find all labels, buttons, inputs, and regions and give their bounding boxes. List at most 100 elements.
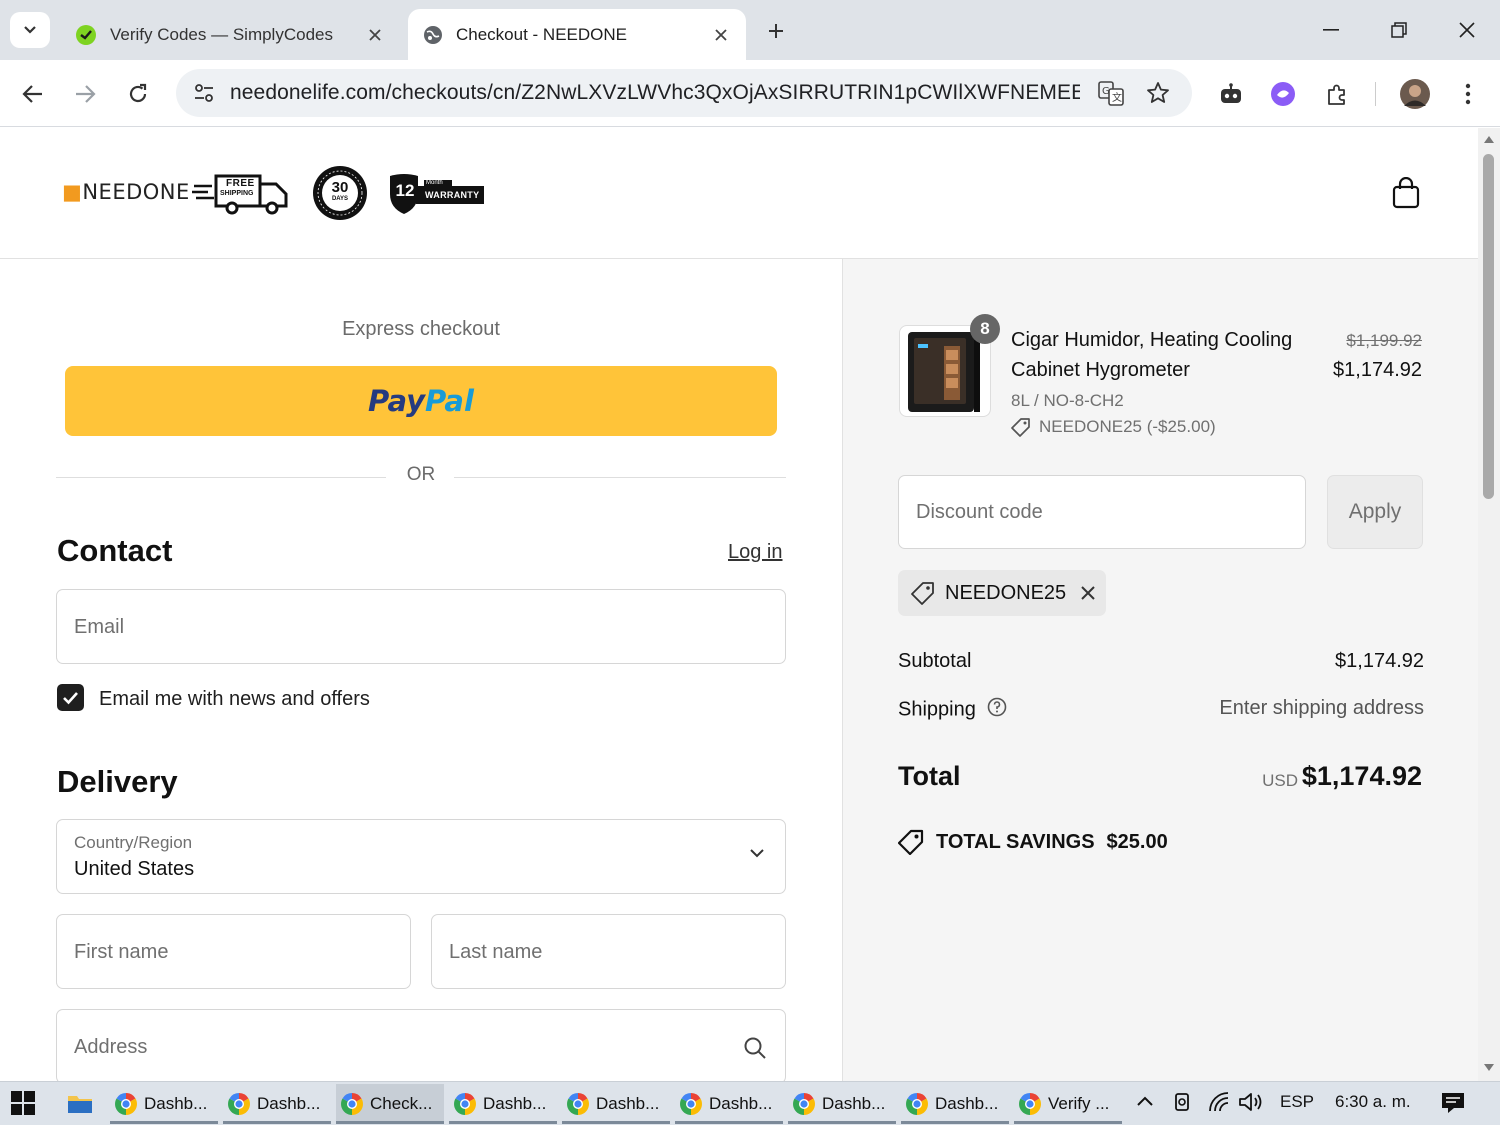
plus-icon xyxy=(769,24,783,38)
last-name-field[interactable]: Last name xyxy=(431,914,786,989)
puzzle-icon xyxy=(1328,84,1345,105)
page-scrollbar[interactable] xyxy=(1478,128,1500,1081)
profile-avatar[interactable] xyxy=(1397,76,1433,112)
taskbar-app-button[interactable]: Dashb... xyxy=(788,1084,896,1124)
network-button[interactable] xyxy=(1208,1091,1230,1118)
extensions-button[interactable] xyxy=(1319,76,1355,112)
total-savings: TOTAL SAVINGS $25.00 xyxy=(898,829,1168,855)
file-explorer-button[interactable] xyxy=(62,1084,98,1124)
forward-button[interactable] xyxy=(67,76,103,112)
login-link[interactable]: Log in xyxy=(728,541,783,564)
applied-code: NEEDONE25 xyxy=(945,581,1067,604)
scrollbar-thumb[interactable] xyxy=(1483,154,1494,499)
windows-logo-icon xyxy=(11,1091,35,1115)
taskbar-app-button[interactable]: Dashb... xyxy=(675,1084,783,1124)
kebab-menu-icon xyxy=(1465,83,1471,105)
close-icon xyxy=(1459,22,1475,38)
taskbar-app-label: Verify ... xyxy=(1048,1094,1110,1113)
apply-discount-button[interactable]: Apply xyxy=(1327,475,1423,549)
back-button[interactable] xyxy=(15,76,51,112)
last-name-placeholder: Last name xyxy=(449,941,543,963)
applied-discount-chip: NEEDONE25 xyxy=(898,570,1106,616)
taskbar-app-label: Dashb... xyxy=(144,1094,208,1113)
news-checkbox-label[interactable]: Email me with news and offers xyxy=(99,688,370,711)
scroll-down-arrow-icon[interactable] xyxy=(1484,1064,1494,1071)
close-tab-icon[interactable] xyxy=(364,24,386,46)
taskbar-app-label: Check... xyxy=(370,1094,433,1113)
clock[interactable]: 6:30 a. m. xyxy=(1335,1092,1411,1112)
address-placeholder: Address xyxy=(74,1036,148,1058)
taskbar-app-button[interactable]: Dashb... xyxy=(110,1084,218,1124)
discount-code-input[interactable]: Discount code xyxy=(898,475,1306,549)
warranty-label: WARRANTY xyxy=(425,190,480,200)
tab-checkout[interactable]: Checkout - NEEDONE xyxy=(408,9,746,60)
chrome-icon xyxy=(906,1093,928,1115)
address-field[interactable]: Address xyxy=(56,1009,786,1081)
chevron-down-icon xyxy=(24,26,36,34)
tab-title: Checkout - NEEDONE xyxy=(456,24,627,44)
notifications-button[interactable] xyxy=(1440,1091,1466,1120)
meet-now-button[interactable] xyxy=(1172,1091,1192,1118)
question-circle-icon xyxy=(988,697,1007,717)
or-divider: OR xyxy=(56,464,786,492)
taskbar-app-label: Dashb... xyxy=(257,1094,321,1113)
toolbar-divider xyxy=(1375,82,1376,106)
extension-robot-button[interactable] xyxy=(1213,76,1249,112)
show-hidden-icons-button[interactable] xyxy=(1136,1092,1154,1112)
extension-purple-button[interactable] xyxy=(1265,76,1301,112)
product-name: Cigar Humidor, Heating Cooling Cabinet H… xyxy=(1011,329,1293,381)
close-window-button[interactable] xyxy=(1450,14,1484,46)
taskbar-app-button[interactable]: Verify ... xyxy=(1014,1084,1122,1124)
email-placeholder: Email xyxy=(74,616,125,638)
simplycodes-icon xyxy=(76,24,96,45)
volume-button[interactable] xyxy=(1238,1091,1264,1118)
tag-icon xyxy=(1011,418,1030,437)
first-name-field[interactable]: First name xyxy=(56,914,411,989)
taskbar-app-button[interactable]: Dashb... xyxy=(449,1084,557,1124)
country-select[interactable]: Country/Region United States xyxy=(56,819,786,894)
shipping-help-button[interactable] xyxy=(987,697,1007,723)
tab-search-button[interactable] xyxy=(10,12,50,48)
taskbar-app-button[interactable]: Dashb... xyxy=(901,1084,1009,1124)
checkout-page: ■NEEDONE FREE SHIPPING 30 DAYS 12 Month … xyxy=(0,128,1478,1081)
cart-button[interactable] xyxy=(1386,173,1426,213)
folder-icon xyxy=(68,1096,92,1113)
taskbar-running-indicator xyxy=(449,1121,557,1124)
video-camera-icon xyxy=(1175,1093,1189,1111)
start-button[interactable] xyxy=(10,1090,40,1118)
remove-discount-button[interactable] xyxy=(1080,585,1096,601)
translate-button[interactable]: G文 xyxy=(1096,78,1126,108)
tab-verify-codes[interactable]: Verify Codes — SimplyCodes xyxy=(60,9,400,60)
store-header: ■NEEDONE FREE SHIPPING 30 DAYS 12 Month … xyxy=(0,128,1478,259)
close-tab-icon[interactable] xyxy=(710,24,732,46)
minimize-button[interactable] xyxy=(1314,14,1348,46)
site-info-icon[interactable] xyxy=(180,69,228,117)
browser-toolbar: needonelife.com/checkouts/cn/Z2NwLXVzLWV… xyxy=(0,60,1500,127)
restore-button[interactable] xyxy=(1382,14,1416,46)
language-indicator[interactable]: ESP xyxy=(1280,1092,1314,1112)
browser-menu-button[interactable] xyxy=(1450,76,1486,112)
taskbar-running-indicator xyxy=(110,1121,218,1124)
total-value: $1,174.92 xyxy=(1301,761,1422,791)
discount-code-placeholder: Discount code xyxy=(916,501,1043,523)
contact-heading: Contact xyxy=(57,533,173,568)
store-logo[interactable]: ■NEEDONE xyxy=(62,180,190,204)
taskbar-app-button[interactable]: Check... xyxy=(336,1084,444,1124)
email-field[interactable]: Email xyxy=(56,589,786,664)
bookmark-button[interactable] xyxy=(1143,78,1173,108)
reload-button[interactable] xyxy=(120,76,156,112)
news-checkbox[interactable] xyxy=(57,684,84,711)
shopping-bag-icon xyxy=(1392,177,1420,209)
scroll-up-arrow-icon[interactable] xyxy=(1484,136,1494,143)
paypal-button[interactable]: Pay Pal xyxy=(65,366,777,436)
express-checkout-title: Express checkout xyxy=(342,318,500,340)
taskbar-app-button[interactable]: Dashb... xyxy=(223,1084,331,1124)
address-bar[interactable]: needonelife.com/checkouts/cn/Z2NwLXVzLWV… xyxy=(176,69,1192,117)
free-shipping-badge: FREE SHIPPING xyxy=(192,170,290,221)
taskbar-running-indicator xyxy=(336,1121,444,1124)
warranty-months: 12 xyxy=(395,181,415,200)
money-back-badge: 30 DAYS xyxy=(312,165,368,226)
savings-label: TOTAL SAVINGS xyxy=(936,830,1095,853)
taskbar-app-button[interactable]: Dashb... xyxy=(562,1084,670,1124)
new-tab-button[interactable] xyxy=(760,16,792,46)
